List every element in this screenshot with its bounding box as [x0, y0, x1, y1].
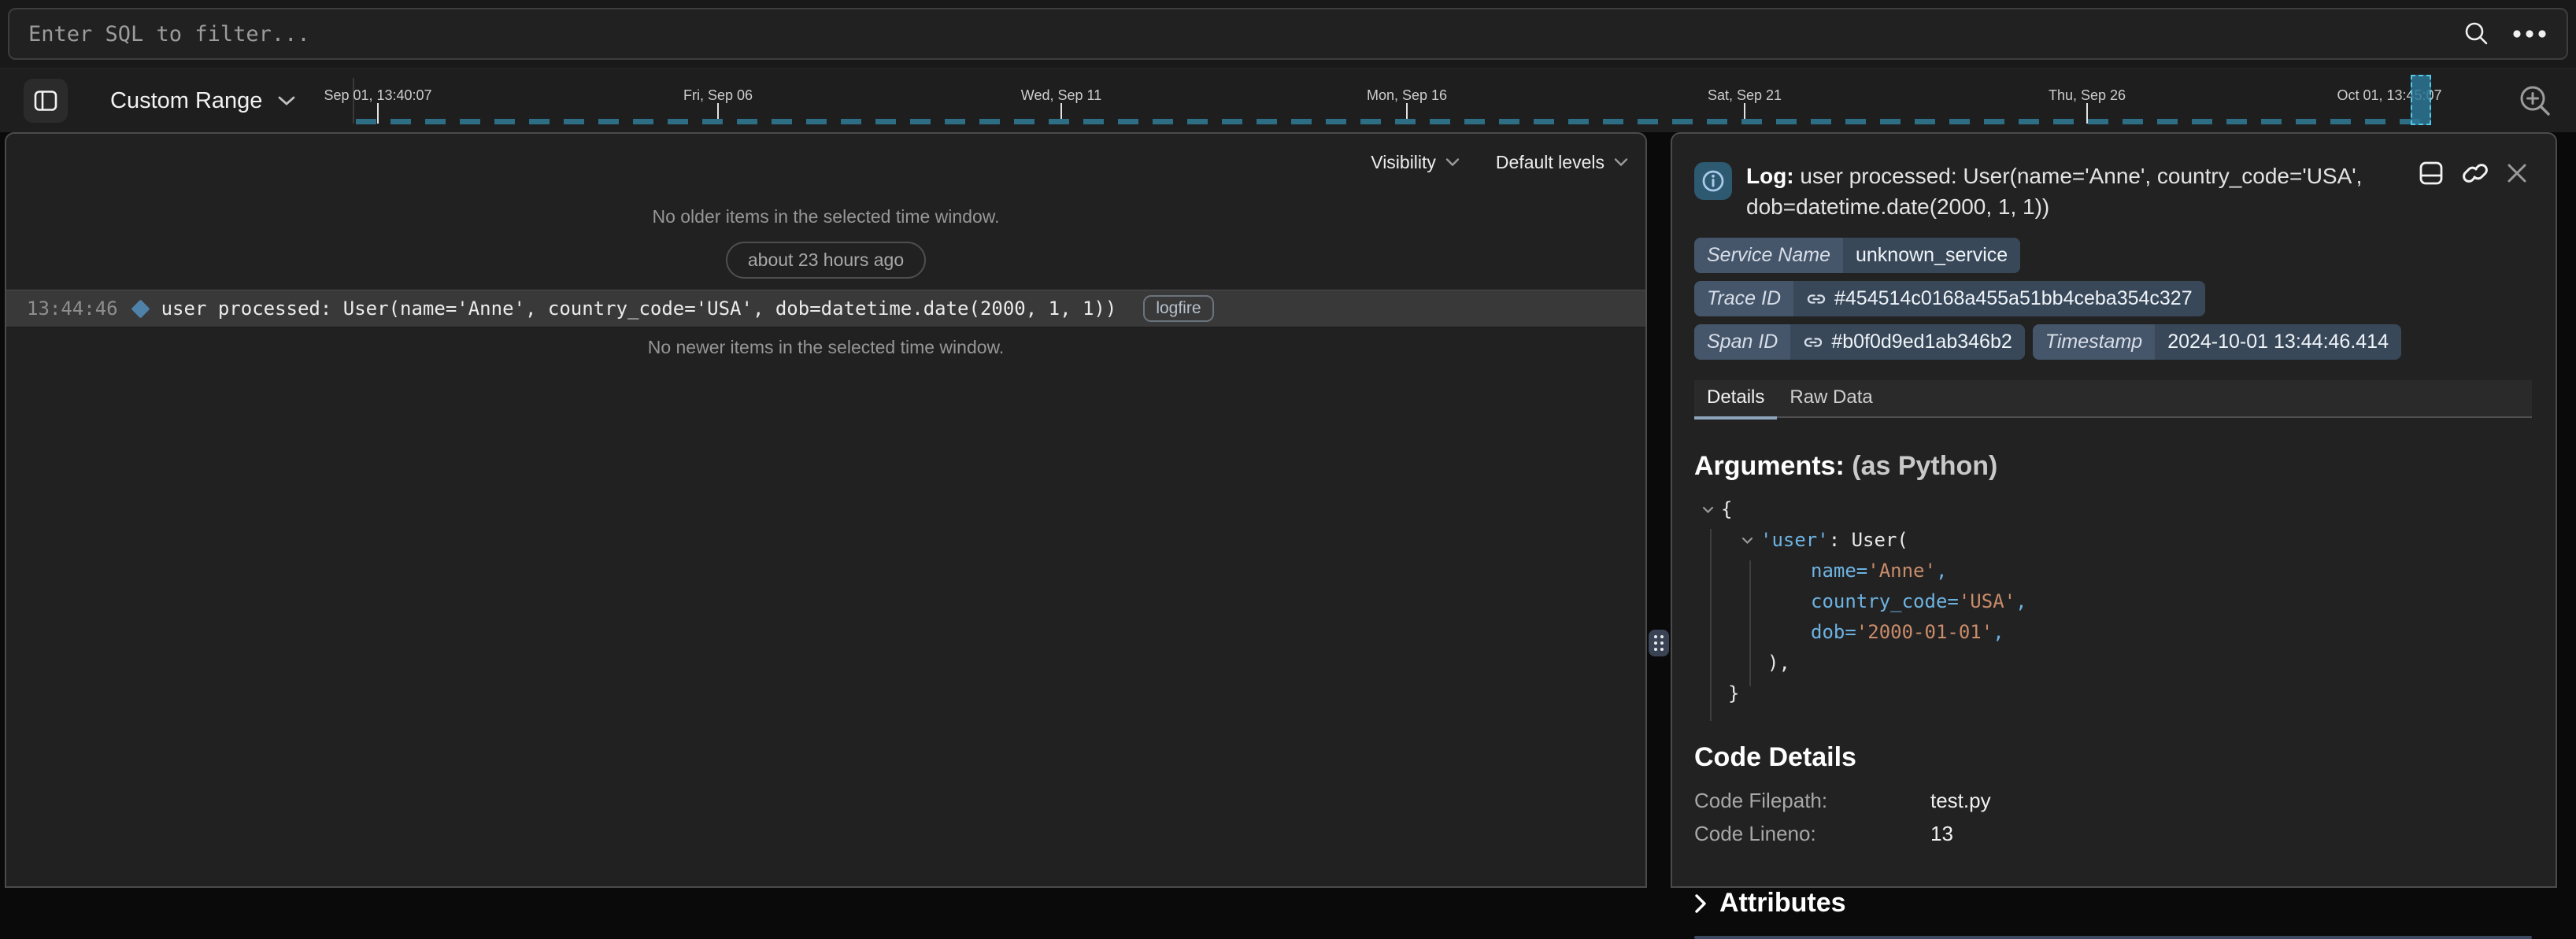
timeline-tick-label: Sep 01, 13:40:07 [324, 87, 431, 104]
code-filepath-row: Code Filepath: test.py [1694, 784, 2532, 817]
visibility-dropdown-label: Visibility [1371, 152, 1436, 173]
service-name-badge: Service Name unknown_service [1694, 238, 2020, 273]
badge-value: 2024-10-01 13:44:46.414 [2155, 324, 2401, 360]
link-icon [1806, 289, 1827, 309]
chevron-down-icon[interactable] [1741, 537, 1753, 545]
chevron-right-icon [1694, 893, 1707, 914]
code-lineno-label: Code Lineno: [1694, 822, 1930, 846]
no-older-items-text: No older items in the selected time wind… [6, 206, 1645, 227]
top-filter-bar [0, 0, 2576, 68]
code-line: } [1694, 678, 2532, 709]
time-range-selector[interactable]: Custom Range [110, 68, 295, 133]
badge-value: #454514c0168a455a51bb4ceba354c327 [1834, 287, 2193, 310]
detail-header: Log: user processed: User(name='Anne', c… [1694, 161, 2532, 222]
chevron-down-icon [1445, 157, 1460, 167]
arguments-code-tree: { 'user': User( name='Anne', country_cod… [1694, 494, 2532, 709]
chevron-down-icon[interactable] [1702, 506, 1714, 514]
badge-label: Timestamp [2033, 324, 2155, 360]
panel-resize-handle[interactable] [1649, 630, 1669, 656]
code-filepath-label: Code Filepath: [1694, 789, 1930, 813]
zoom-in-button[interactable] [2516, 82, 2556, 121]
ellipsis-icon[interactable] [2511, 28, 2548, 39]
info-icon [1701, 168, 1726, 194]
timeline-bar: Custom Range Sep 01, 13:40:07 Fri, Sep 0… [0, 68, 2576, 132]
code-lineno-value: 13 [1930, 822, 1953, 846]
detail-tabs: Details Raw Data [1694, 380, 2532, 418]
badge-label: Trace ID [1694, 281, 1793, 316]
timeline-selection[interactable] [2411, 75, 2431, 125]
metadata-badges: Service Name unknown_service Trace ID #4… [1694, 238, 2489, 360]
log-level-diamond-icon [131, 299, 150, 318]
section-divider [1694, 936, 2532, 939]
badge-value: #b0f0d9ed1ab346b2 [1831, 331, 2012, 353]
relative-time-badge: about 23 hours ago [726, 242, 926, 279]
timeline-tick-label: Mon, Sep 16 [1367, 87, 1447, 104]
badge-value: unknown_service [1843, 238, 2020, 273]
trace-id-badge[interactable]: Trace ID #454514c0168a455a51bb4ceba354c3… [1694, 281, 2205, 316]
badge-label: Service Name [1694, 238, 1843, 273]
chevron-down-icon [1614, 157, 1628, 167]
search-icon[interactable] [2463, 20, 2491, 48]
close-icon[interactable] [2505, 161, 2529, 185]
code-line: 'user': User( [1694, 525, 2532, 556]
code-line: ), [1694, 648, 2532, 678]
log-timestamp: 13:44:46 [27, 298, 118, 320]
visibility-dropdown[interactable]: Visibility [1371, 152, 1460, 173]
chevron-down-icon [278, 95, 295, 106]
timeline-tick-label: Thu, Sep 26 [2049, 87, 2126, 104]
logs-panel: Visibility Default levels No older items… [5, 132, 1647, 888]
detail-title-prefix: Log: [1746, 164, 1794, 188]
detail-title-text: user processed: User(name='Anne', countr… [1746, 164, 2362, 219]
time-range-label: Custom Range [110, 88, 262, 114]
attributes-heading: Attributes [1719, 888, 1846, 919]
sidebar-toggle-button[interactable] [24, 79, 68, 123]
span-id-badge[interactable]: Span ID #b0f0d9ed1ab346b2 [1694, 324, 2025, 360]
code-details-heading: Code Details [1694, 742, 2532, 773]
attributes-toggle[interactable]: Attributes [1694, 888, 2532, 919]
zoom-in-icon [2518, 83, 2554, 120]
sql-filter-box[interactable] [8, 8, 2568, 60]
link-icon [1803, 332, 1823, 353]
no-newer-items-text: No newer items in the selected time wind… [6, 337, 1645, 358]
detail-panel: Log: user processed: User(name='Anne', c… [1671, 132, 2557, 888]
logfire-tag: logfire [1143, 295, 1213, 322]
default-levels-dropdown[interactable]: Default levels [1496, 152, 1628, 173]
code-line: name='Anne', [1694, 556, 2532, 586]
logs-toolbar: Visibility Default levels [6, 134, 1645, 190]
code-line: { [1694, 494, 2532, 525]
sidebar-toggle-icon [33, 88, 58, 113]
indent-guide [1749, 560, 1751, 686]
badge-label: Span ID [1694, 324, 1790, 360]
timeline-dashed-track[interactable] [356, 119, 2431, 124]
dock-panel-icon[interactable] [2417, 159, 2445, 187]
timeline-tick-label: Wed, Sep 11 [1021, 87, 1101, 104]
arguments-heading: Arguments: (as Python) [1694, 451, 2532, 482]
timestamp-badge: Timestamp 2024-10-01 13:44:46.414 [2033, 324, 2401, 360]
code-lineno-row: Code Lineno: 13 [1694, 817, 2532, 850]
tab-raw-data[interactable]: Raw Data [1777, 380, 1885, 416]
arguments-subheading: (as Python) [1845, 451, 1998, 481]
indent-guide [1710, 529, 1712, 721]
log-row[interactable]: 13:44:46 user processed: User(name='Anne… [6, 290, 1645, 327]
tab-details[interactable]: Details [1694, 380, 1777, 416]
code-line: dob='2000-01-01', [1694, 617, 2532, 648]
default-levels-dropdown-label: Default levels [1496, 152, 1604, 173]
info-level-badge [1694, 162, 1732, 200]
copy-link-icon[interactable] [2461, 159, 2489, 187]
timeline-tick-label: Sat, Sep 21 [1708, 87, 1782, 104]
timeline-tick-label: Fri, Sep 06 [683, 87, 753, 104]
grip-icon [1654, 635, 1664, 652]
code-line: country_code='USA', [1694, 586, 2532, 617]
detail-title: Log: user processed: User(name='Anne', c… [1746, 161, 2423, 222]
sql-filter-input[interactable] [28, 22, 2447, 46]
log-message: user processed: User(name='Anne', countr… [161, 298, 1117, 320]
code-filepath-value: test.py [1930, 789, 1991, 813]
